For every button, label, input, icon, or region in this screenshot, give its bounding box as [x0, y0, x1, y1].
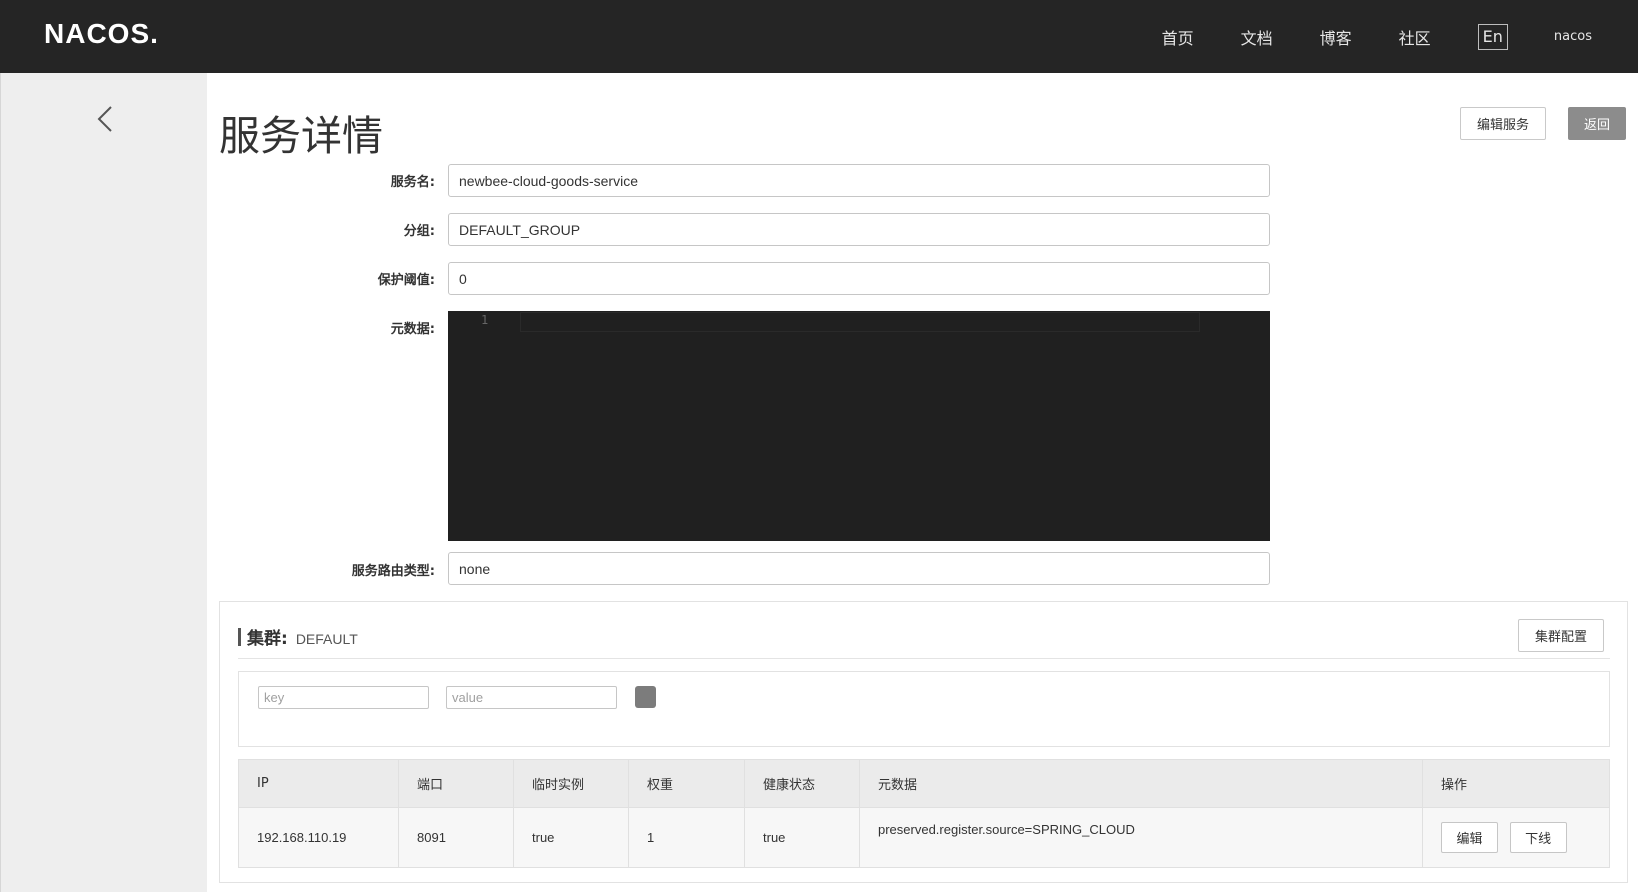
- divider: [238, 658, 1610, 659]
- metadata-label: 元数据:: [390, 322, 435, 337]
- line-number: 1: [481, 313, 489, 327]
- cluster-name: DEFAULT: [295, 631, 358, 647]
- cell-ip: 192.168.110.19: [238, 807, 399, 868]
- cluster-header: 集群: DEFAULT: [238, 624, 358, 649]
- metadata-filter: [238, 671, 1610, 747]
- column-header-port: 端口: [398, 759, 514, 808]
- filter-add-button[interactable]: [635, 686, 656, 708]
- column-header-ip: IP: [238, 759, 399, 808]
- user-name[interactable]: nacos: [1554, 29, 1592, 44]
- cell-weight: 1: [628, 807, 745, 868]
- filter-value-input[interactable]: [446, 686, 617, 709]
- top-nav: 首页 文档 博客 社区 En nacos: [1162, 0, 1638, 73]
- column-header-metadata: 元数据: [859, 759, 1423, 808]
- edit-service-button[interactable]: 编辑服务: [1460, 107, 1546, 140]
- column-header-health: 健康状态: [744, 759, 860, 808]
- column-header-actions: 操作: [1422, 759, 1610, 808]
- cluster-title: 集群:: [247, 629, 288, 649]
- offline-instance-button[interactable]: 下线: [1509, 822, 1567, 853]
- edit-instance-button[interactable]: 编辑: [1441, 822, 1498, 853]
- sidebar: [0, 73, 207, 892]
- cell-metadata: preserved.register.source=SPRING_CLOUD: [859, 807, 1423, 868]
- cell-healthy: true: [744, 807, 860, 868]
- cell-port: 8091: [398, 807, 514, 868]
- nacos-logo[interactable]: NACOS.: [44, 18, 159, 50]
- nav-blog[interactable]: 博客: [1320, 25, 1352, 49]
- column-header-ephemeral: 临时实例: [513, 759, 629, 808]
- page-title: 服务详情: [219, 112, 383, 160]
- service-name-label: 服务名:: [390, 175, 435, 190]
- language-toggle-button[interactable]: En: [1477, 23, 1508, 50]
- group-field[interactable]: [448, 213, 1270, 246]
- table-header-row: IP 端口 临时实例 权重 健康状态 元数据 操作: [238, 759, 1610, 808]
- table-row: 192.168.110.19 8091 true 1 true preserve…: [238, 807, 1610, 868]
- top-navbar: NACOS. 首页 文档 博客 社区 En nacos: [0, 0, 1638, 73]
- nav-home[interactable]: 首页: [1162, 25, 1194, 49]
- chevron-left-icon[interactable]: [94, 103, 116, 135]
- group-label: 分组:: [403, 224, 435, 239]
- service-name-field[interactable]: [448, 164, 1270, 197]
- cell-ephemeral: true: [513, 807, 629, 868]
- instance-table: IP 端口 临时实例 权重 健康状态 元数据 操作 192.168.110.19…: [238, 759, 1610, 868]
- column-header-weight: 权重: [628, 759, 745, 808]
- route-type-field[interactable]: [448, 552, 1270, 585]
- filter-key-input[interactable]: [258, 686, 429, 709]
- cell-actions: 编辑 下线: [1422, 807, 1610, 868]
- cluster-accent-bar: [238, 627, 241, 646]
- cluster-config-button[interactable]: 集群配置: [1518, 619, 1604, 652]
- nav-community[interactable]: 社区: [1399, 25, 1431, 49]
- protect-threshold-field[interactable]: [448, 262, 1270, 295]
- editor-current-line: [520, 312, 1200, 332]
- cluster-panel: 集群: DEFAULT 集群配置 IP 端口 临时实例 权重 健康状态 元数据 …: [219, 601, 1628, 883]
- metadata-editor[interactable]: 1: [448, 311, 1270, 541]
- back-button[interactable]: 返回: [1568, 107, 1626, 140]
- route-type-label: 服务路由类型:: [351, 564, 435, 579]
- protect-threshold-label: 保护阈值:: [377, 273, 435, 288]
- nav-docs[interactable]: 文档: [1241, 25, 1273, 49]
